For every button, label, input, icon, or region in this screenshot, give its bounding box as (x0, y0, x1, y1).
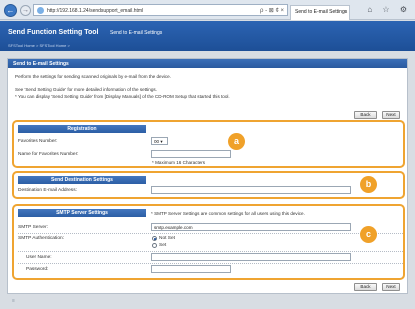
destination-email-input[interactable] (151, 186, 351, 194)
page-title: Send to E-mail Settings (8, 59, 407, 68)
auth-set-label: Set (159, 243, 167, 248)
username-label: User Name: (26, 255, 52, 260)
smtp-header: SMTP Server Settings (18, 209, 146, 217)
browser-toolbar: ← → http://192.168.1.24/sendsupport_emai… (0, 0, 415, 20)
divider (18, 263, 403, 264)
description: Perform the settings for sending scanned… (15, 74, 172, 79)
app-title: Send Function Setting Tool (8, 29, 99, 36)
header-crumb: Send to E-mail Settings (110, 30, 163, 36)
destination-section: Send Destination Settings Destination E-… (12, 171, 405, 199)
auth-set-radio[interactable] (152, 243, 157, 248)
password-label: Password: (26, 267, 49, 272)
browser-icons[interactable]: ⌂ ☆ ⚙ (367, 5, 411, 14)
password-input[interactable] (151, 265, 231, 273)
guide-note: See 'Send Setting Guide' for more detail… (15, 87, 157, 92)
badge-b: b (360, 176, 377, 193)
favorites-name-input[interactable] (151, 150, 231, 158)
back-button-bottom[interactable]: Back (354, 283, 377, 291)
smtp-server-label: SMTP Server: (18, 225, 49, 230)
address-bar[interactable]: http://192.168.1.24/sendsupport_email.ht… (33, 4, 288, 16)
close-icon[interactable]: × (343, 9, 346, 15)
username-input[interactable] (151, 253, 351, 261)
chevron-down-icon: ▾ (159, 139, 163, 144)
arrow-right-icon: → (22, 7, 29, 14)
auth-not-set-radio[interactable] (152, 236, 157, 241)
settings-panel: Send to E-mail Settings Perform the sett… (7, 58, 408, 294)
forward-button[interactable]: → (20, 5, 31, 16)
smtp-section: SMTP Server Settings * SMTP Server Setti… (12, 204, 405, 280)
favorites-number-label: Favorites Number: (18, 139, 58, 144)
arrow-left-icon: ← (6, 6, 15, 15)
address-tools[interactable]: ρ - ⊠ ¢ × (260, 7, 284, 14)
auth-not-set-label: Not Set (159, 236, 175, 241)
divider (18, 233, 403, 234)
guide-note-2: * You can display 'Send Setting Guide' f… (15, 94, 230, 99)
registration-section: Registration Favorites Number: 00 ▾ Name… (12, 120, 405, 168)
favorites-number-select[interactable]: 00 ▾ (151, 137, 168, 145)
registration-header: Registration (18, 125, 146, 133)
tab-title: Send to E-mail Settings (295, 9, 348, 15)
back-button[interactable]: ← (4, 4, 17, 17)
browser-tab[interactable]: Send to E-mail Settings × (290, 5, 350, 20)
footer-mark: ≡ (12, 298, 15, 304)
badge-a: a (228, 133, 245, 150)
destination-header: Send Destination Settings (18, 176, 146, 184)
url-text: http://192.168.1.24/sendsupport_email.ht… (47, 8, 144, 14)
favorites-name-label: Name for Favorites Number: (18, 152, 79, 157)
next-button-top[interactable]: Next (382, 111, 400, 119)
smtp-common-note: * SMTP Server Settings are common settin… (151, 211, 305, 216)
badge-c: c (360, 226, 377, 243)
breadcrumb[interactable]: SFSTool Home > SFSTool Home > (8, 43, 70, 48)
smtp-server-input[interactable]: smtp.example.com (151, 223, 351, 231)
site-icon (37, 7, 44, 14)
divider (18, 251, 403, 252)
app-header: Send Function Setting Tool Send to E-mai… (0, 21, 415, 51)
destination-email-label: Destination E-mail Address: (18, 188, 77, 193)
back-button-top[interactable]: Back (354, 111, 377, 119)
next-button-bottom[interactable]: Next (382, 283, 400, 291)
smtp-auth-label: SMTP Authentication: (18, 236, 65, 241)
max-characters-note: * Maximum 16 Characters (152, 160, 206, 165)
